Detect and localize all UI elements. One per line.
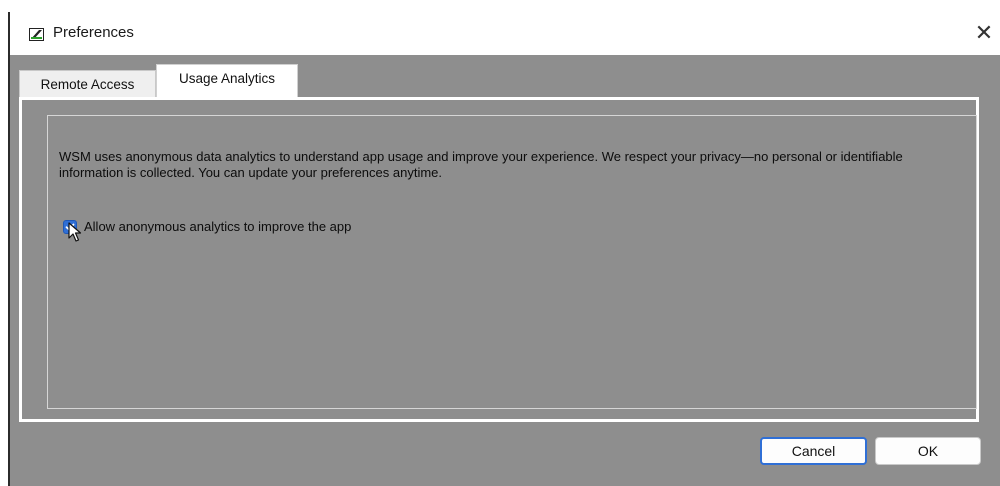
analytics-checkbox-label[interactable]: Allow anonymous analytics to improve the… bbox=[84, 219, 351, 234]
app-logo-icon bbox=[29, 28, 44, 41]
title-bar: Preferences ✕ bbox=[10, 10, 1000, 55]
analytics-groupbox: WSM uses anonymous data analytics to und… bbox=[47, 115, 977, 409]
window-title: Preferences bbox=[53, 24, 134, 41]
tab-usage-analytics[interactable]: Usage Analytics bbox=[156, 64, 298, 98]
analytics-description: WSM uses anonymous data analytics to und… bbox=[59, 149, 903, 180]
cancel-button[interactable]: Cancel bbox=[760, 437, 867, 465]
tab-content-panel: WSM uses anonymous data analytics to und… bbox=[19, 97, 979, 422]
checkmark-icon bbox=[65, 223, 75, 231]
tab-remote-access[interactable]: Remote Access bbox=[19, 70, 156, 97]
ok-button[interactable]: OK bbox=[875, 437, 981, 465]
analytics-checkbox[interactable] bbox=[63, 220, 77, 234]
close-button[interactable]: ✕ bbox=[970, 18, 998, 48]
